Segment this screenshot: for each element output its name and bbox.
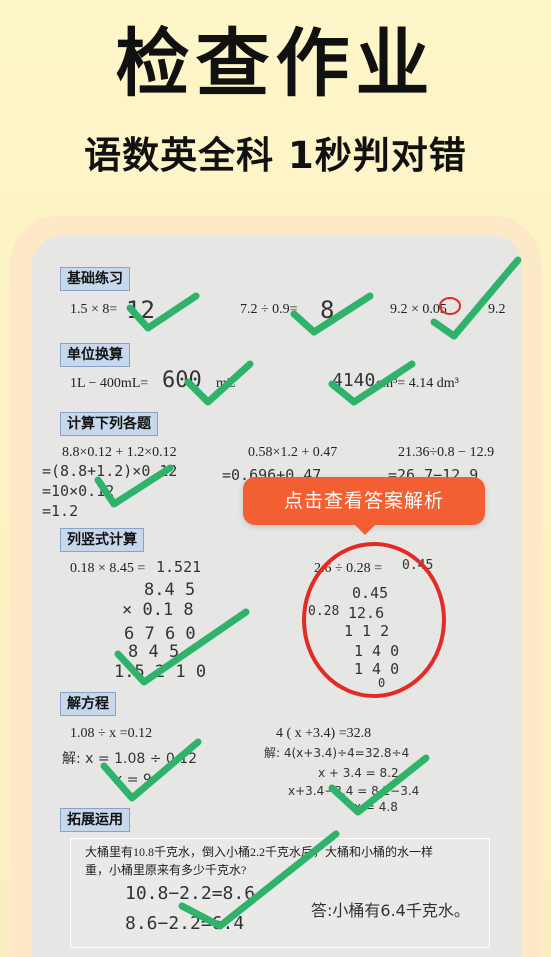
problem-text: 9.2 × 0.05 — [390, 302, 447, 317]
problem-text: 2.6 ÷ 0.28 = — [314, 561, 383, 576]
handwritten-step: 0.28 — [308, 604, 340, 619]
problem-text: 0.58×1.2 + 0.47 — [248, 445, 338, 460]
handwritten-step: 1 1 2 — [344, 622, 390, 640]
handwritten-answer: 0.45 — [402, 558, 434, 573]
check-mark — [430, 256, 522, 340]
problem-text: cm³= 4.14 dm³ — [376, 376, 459, 391]
problem-text: 7.2 ÷ 0.9= — [240, 302, 298, 317]
handwritten-step: 1 4 0 — [354, 642, 400, 660]
problem-text: 9.2 — [488, 302, 506, 317]
word-problem-line-1: 大桶里有10.8千克水，倒入小桶2.2千克水后，大桶和小桶的水一样 — [85, 845, 434, 859]
section-tag-vertical: 列竖式计算 — [60, 528, 144, 552]
handwritten-answer: 12 — [126, 296, 155, 324]
word-problem-line-2: 重，小桶里原来有多少千克水? — [85, 863, 247, 877]
tooltip-arrow — [354, 524, 376, 535]
problem-text: mL — [216, 376, 236, 391]
handwritten-step: 10.8−2.2=8.6 — [125, 883, 256, 904]
problem-text: 1.08 ÷ x =0.12 — [70, 726, 153, 741]
problem-text: 0.18 × 8.45 = — [70, 561, 146, 576]
handwritten-step: 8.4 5 — [144, 580, 196, 600]
handwritten-step: x + 3.4 = 8.2 — [318, 766, 399, 780]
handwritten-step: =10×0.12 — [42, 482, 115, 500]
handwritten-answer: 600 — [162, 368, 202, 393]
handwritten-step: 8 4 5 — [128, 642, 180, 662]
problem-text: 8.8×0.12 + 1.2×0.12 — [62, 445, 177, 460]
problem-text: 1.5 × 8= — [70, 302, 118, 317]
handwritten-step: 6 7 6 0 — [124, 624, 196, 644]
handwritten-answer: 8 — [320, 296, 335, 324]
section-tag-equation: 解方程 — [60, 692, 116, 716]
handwritten-answer: 4140 — [332, 370, 376, 391]
handwritten-step: 解: x = 1.08 ÷ 0.12 — [62, 751, 198, 767]
section-tag-extension: 拓展运用 — [60, 808, 130, 832]
handwritten-step: 8.6−2.2=6.4 — [125, 913, 245, 934]
handwritten-step: 解: 4(x+3.4)÷4=32.8÷4 — [264, 746, 410, 760]
handwritten-step: 0 — [378, 676, 386, 690]
handwritten-step: x = 9 — [114, 772, 152, 788]
section-tag-compute: 计算下列各题 — [60, 412, 158, 436]
handwritten-answer: 1.521 — [156, 558, 202, 576]
problem-text: 21.36÷0.8 − 12.9 — [398, 445, 495, 460]
word-problem-box: 大桶里有10.8千克水，倒入小桶2.2千克水后，大桶和小桶的水一样 重，小桶里原… — [70, 838, 490, 948]
problem-text: 4 ( x +3.4) =32.8 — [276, 726, 372, 741]
handwritten-step: 1 4 0 — [354, 660, 400, 678]
hero-title: 检查作业 — [115, 21, 436, 107]
view-answer-tooltip[interactable]: 点击查看答案解析 — [243, 477, 485, 525]
handwritten-step: × 0.1 8 — [122, 600, 194, 620]
handwritten-step: =(8.8+1.2)×0.12 — [42, 462, 178, 480]
worksheet-paper[interactable]: 基础练习 1.5 × 8= 12 7.2 ÷ 0.9= 8 9.2 × 0.05… — [32, 236, 522, 957]
handwritten-step: =1.2 — [42, 502, 79, 520]
handwritten-step: 12.6 — [348, 604, 385, 622]
section-tag-basic: 基础练习 — [60, 267, 130, 291]
handwritten-step: 0.45 — [352, 584, 389, 602]
handwritten-step: 1.5 2 1 0 — [114, 662, 207, 682]
hero-subtitle: 语数英全科 1秒判对错 — [84, 134, 467, 177]
section-tag-units: 单位换算 — [60, 343, 130, 367]
problem-text: 1L − 400mL= — [70, 376, 149, 391]
handwritten-answer: 答:小桶有6.4千克水。 — [311, 901, 470, 920]
handwritten-step: x+3.4−3.4 = 8.2−3.4 — [288, 784, 420, 798]
handwritten-step: x = 4.8 — [354, 800, 398, 814]
